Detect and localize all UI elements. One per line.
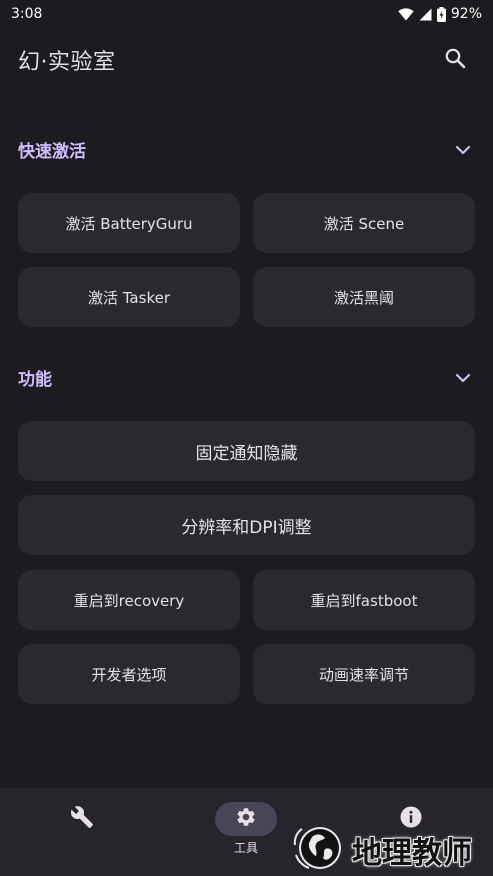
activate-tasker-label: 激活 Tasker: [87, 288, 170, 307]
chevron-down-icon: [455, 140, 471, 159]
nav-item-wrench[interactable]: [0, 788, 164, 876]
cell-signal-icon: [419, 8, 432, 21]
activate-tasker-button[interactable]: 激活 Tasker: [18, 267, 240, 327]
wifi-icon: [398, 7, 414, 21]
resolution-dpi-label: 分辨率和DPI调整: [181, 517, 312, 538]
developer-options-button[interactable]: 开发者选项: [18, 644, 240, 704]
chevron-down-icon: [455, 368, 471, 387]
watermark-globe-logo: [292, 823, 346, 876]
battery-percent: 92%: [450, 6, 482, 22]
status-icons: 92%: [398, 6, 482, 22]
activate-scene-label: 激活 Scene: [323, 214, 405, 233]
activate-heiyu-button[interactable]: 激活黑阈: [253, 267, 475, 327]
activate-batteryguru-button[interactable]: 激活 BatteryGuru: [18, 193, 240, 253]
reboot-fastboot-label: 重启到fastboot: [310, 591, 418, 610]
battery-icon: [436, 6, 446, 22]
screen: 3:08 92% 幻·实验室 快速激活 激活 BatteryGuru 激活 Sc…: [0, 0, 493, 876]
search-icon: [444, 47, 466, 73]
resolution-dpi-button[interactable]: 分辨率和DPI调整: [18, 495, 475, 555]
activate-scene-button[interactable]: 激活 Scene: [253, 193, 475, 253]
status-bar: 3:08 92%: [0, 0, 493, 28]
app-bar: 幻·实验室: [0, 28, 493, 92]
section-features-header[interactable]: 功能: [0, 357, 493, 397]
watermark: 地理教师: [292, 826, 488, 874]
search-button[interactable]: [435, 40, 475, 80]
reboot-recovery-button[interactable]: 重启到recovery: [18, 570, 240, 630]
hide-persistent-notification-label: 固定通知隐藏: [195, 443, 298, 464]
animation-scale-button[interactable]: 动画速率调节: [253, 644, 475, 704]
activate-heiyu-label: 激活黑阈: [333, 288, 394, 307]
status-time: 3:08: [11, 6, 43, 22]
wrench-icon: [70, 805, 94, 833]
gear-icon: [235, 806, 257, 832]
activate-batteryguru-label: 激活 BatteryGuru: [65, 214, 193, 233]
section-quick-activate-header[interactable]: 快速激活: [0, 129, 493, 169]
nav-item-tools-label: 工具: [233, 841, 258, 855]
hide-persistent-notification-button[interactable]: 固定通知隐藏: [18, 421, 475, 481]
section-features-title: 功能: [18, 369, 52, 390]
reboot-recovery-label: 重启到recovery: [73, 591, 185, 610]
section-quick-activate-title: 快速激活: [18, 141, 86, 162]
nav-indicator: [51, 802, 113, 836]
animation-scale-label: 动画速率调节: [318, 665, 409, 684]
reboot-fastboot-button[interactable]: 重启到fastboot: [253, 570, 475, 630]
app-title: 幻·实验室: [18, 50, 116, 75]
watermark-text: 地理教师: [352, 836, 472, 871]
nav-indicator-active: [215, 802, 277, 836]
developer-options-label: 开发者选项: [91, 665, 167, 684]
